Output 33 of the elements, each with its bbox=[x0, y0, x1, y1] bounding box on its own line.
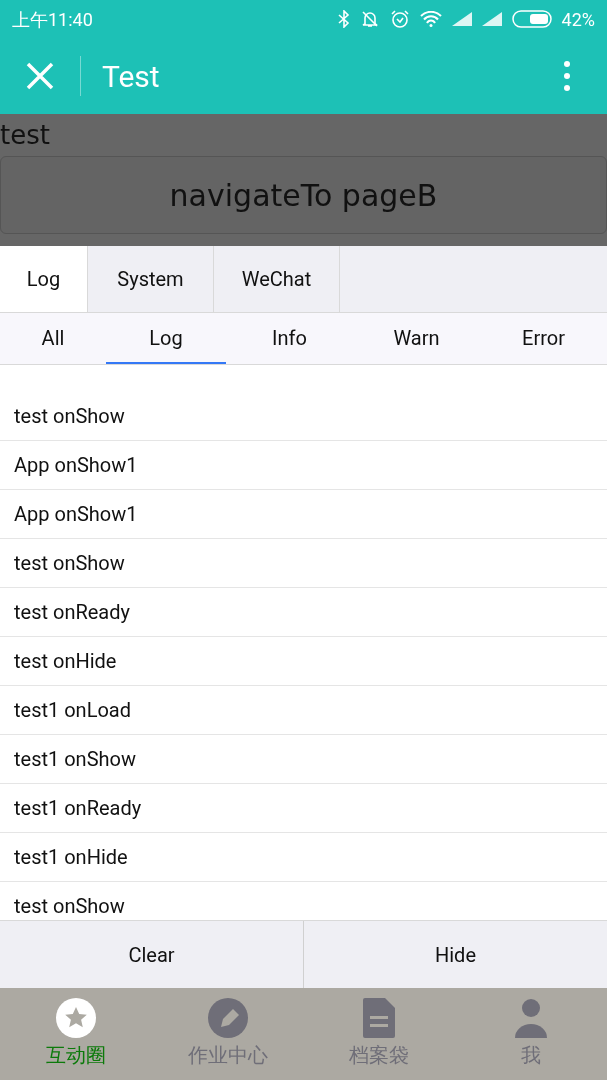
filter-tab[interactable]: Log bbox=[106, 313, 226, 364]
log-entry: test onShow bbox=[14, 893, 125, 920]
log-entry: test1 onReady bbox=[14, 795, 142, 822]
window-title: Test bbox=[102, 57, 160, 96]
log-entry: test onReady bbox=[14, 599, 130, 626]
more-icon bbox=[563, 60, 571, 92]
page-text: test bbox=[0, 119, 51, 152]
alarm-icon bbox=[389, 9, 410, 29]
action-button[interactable]: Clear bbox=[0, 921, 303, 988]
log-entry: test1 onHide bbox=[14, 844, 128, 871]
filter-tab[interactable]: Warn bbox=[353, 313, 480, 364]
console-tab[interactable]: Log bbox=[0, 246, 88, 312]
battery-icon bbox=[511, 10, 552, 28]
log-entry: test onShow bbox=[14, 403, 125, 430]
log-entry: test1 onLoad bbox=[14, 697, 131, 724]
filter-tab[interactable]: All bbox=[0, 313, 106, 364]
log-entry: test onHide bbox=[14, 648, 117, 675]
document-icon bbox=[363, 998, 396, 1038]
wifi-icon bbox=[419, 11, 442, 27]
log-entry: App onShow1 bbox=[14, 452, 138, 479]
mute-icon bbox=[359, 9, 380, 29]
signal-icon bbox=[451, 12, 472, 26]
battery-percent: 42% bbox=[561, 7, 595, 32]
signal-icon bbox=[481, 12, 502, 26]
log-entry: test onShow bbox=[14, 550, 125, 577]
pencil-icon bbox=[207, 998, 248, 1038]
log-entry: test1 onShow bbox=[14, 746, 136, 773]
close-icon bbox=[26, 62, 54, 90]
filter-tab[interactable]: Error bbox=[480, 313, 607, 364]
log-entry: App onShow1 bbox=[14, 501, 138, 528]
bluetooth-icon bbox=[337, 10, 350, 28]
filter-tab[interactable]: Info bbox=[226, 313, 353, 364]
status-time: 上午11:40 bbox=[12, 7, 93, 32]
